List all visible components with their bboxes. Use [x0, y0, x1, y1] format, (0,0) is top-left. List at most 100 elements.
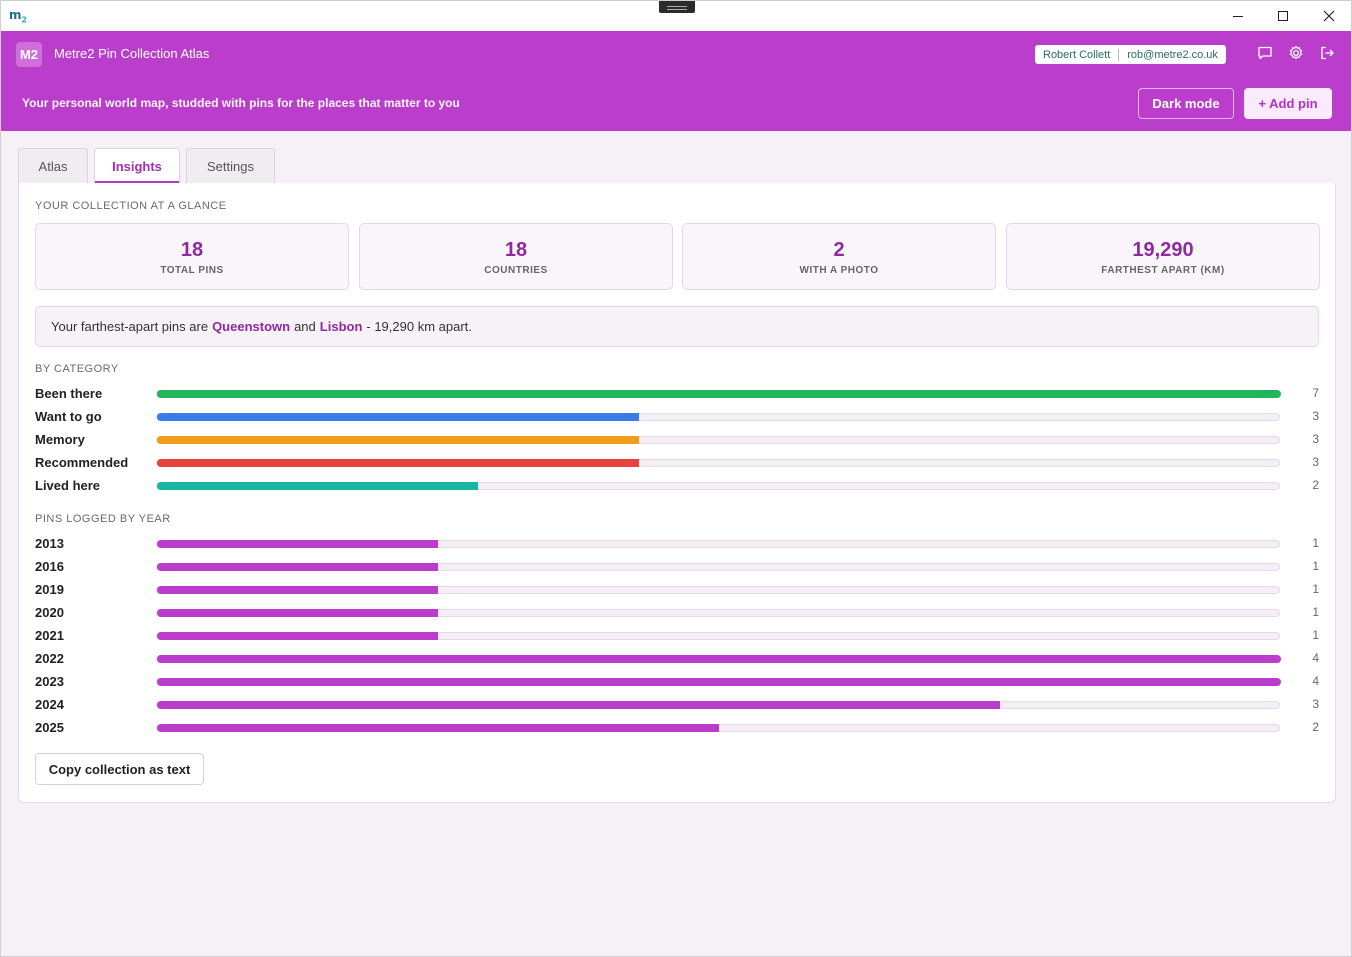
category-heading: BY CATEGORY	[35, 363, 119, 375]
year-bar-track	[156, 563, 1280, 571]
close-icon	[1323, 10, 1335, 22]
category-bar-count: 3	[1312, 409, 1319, 423]
insights-panel: YOUR COLLECTION AT A GLANCE 18 TOTAL PIN…	[18, 183, 1336, 803]
category-bar-label: Been there	[35, 386, 103, 401]
category-bar-count: 7	[1312, 386, 1319, 400]
logout-icon	[1321, 46, 1334, 60]
category-bar-label: Recommended	[35, 455, 129, 470]
stat-card-with-photo: 2 WITH A PHOTO	[682, 223, 996, 290]
glance-heading: YOUR COLLECTION AT A GLANCE	[35, 200, 227, 212]
feedback-button[interactable]	[1257, 45, 1275, 63]
farthest-joiner: and	[294, 319, 316, 334]
category-bar-fill	[157, 413, 639, 421]
tab-insights[interactable]: Insights	[94, 148, 180, 184]
close-button[interactable]	[1306, 1, 1352, 31]
stat-value: 2	[833, 239, 845, 261]
logout-button[interactable]	[1319, 45, 1337, 63]
year-bar-track	[156, 701, 1280, 709]
category-bar-track	[156, 436, 1280, 444]
logo-text: m	[9, 8, 22, 22]
stat-card-total-pins: 18 TOTAL PINS	[35, 223, 349, 290]
window-titlebar: m2	[1, 1, 1351, 31]
year-bar-fill	[157, 540, 438, 548]
gear-icon	[1289, 45, 1303, 60]
add-pin-button[interactable]: + Add pin	[1244, 88, 1332, 119]
category-bar-label: Memory	[35, 432, 85, 447]
category-bar-fill	[157, 482, 479, 490]
year-bar-count: 1	[1312, 605, 1319, 619]
app-logo-icon: m2	[9, 8, 27, 24]
farthest-place-b: Lisbon	[319, 319, 363, 334]
year-bar-count: 4	[1312, 674, 1319, 688]
category-bar-fill	[157, 390, 1281, 398]
app-header: M2 Metre2 Pin Collection Atlas Robert Co…	[1, 31, 1351, 131]
category-bar-track	[156, 390, 1281, 398]
category-bar-row: Lived here 2	[35, 478, 1319, 494]
year-bar-row: 2013 1	[35, 536, 1319, 552]
app-title: Metre2 Pin Collection Atlas	[54, 46, 210, 61]
category-bar-row: Recommended 3	[35, 455, 1319, 471]
year-bar-track	[156, 655, 1281, 663]
farthest-place-a: Queenstown	[212, 319, 291, 334]
farthest-suffix: - 19,290 km apart.	[366, 319, 472, 334]
year-bar-track	[156, 632, 1280, 640]
app-tagline: Your personal world map, studded with pi…	[22, 96, 460, 110]
year-bar-count: 1	[1312, 582, 1319, 596]
year-bar-track	[156, 540, 1280, 548]
tab-atlas[interactable]: Atlas	[18, 148, 88, 183]
year-bar-row: 2022 4	[35, 651, 1319, 667]
year-bar-fill	[157, 724, 719, 732]
logo-sub: 2	[21, 15, 28, 25]
year-bar-count: 1	[1312, 559, 1319, 573]
copy-collection-button[interactable]: Copy collection as text	[35, 753, 204, 785]
year-bar-label: 2021	[35, 628, 64, 643]
settings-button[interactable]	[1288, 45, 1306, 63]
stat-value: 18	[504, 239, 528, 261]
app-badge: M2	[16, 42, 42, 67]
year-bar-row: 2021 1	[35, 628, 1319, 644]
category-bar-row: Memory 3	[35, 432, 1319, 448]
stat-card-countries: 18 COUNTRIES	[359, 223, 673, 290]
category-bar-label: Lived here	[35, 478, 101, 493]
stat-value: 19,290	[1132, 239, 1194, 261]
year-bar-label: 2013	[35, 536, 64, 551]
user-chip-divider	[1118, 48, 1120, 61]
category-bar-track	[156, 482, 1280, 490]
year-bar-fill	[157, 609, 438, 617]
year-bar-label: 2016	[35, 559, 64, 574]
window-drag-handle[interactable]	[659, 1, 695, 13]
year-bar-row: 2020 1	[35, 605, 1319, 621]
year-bar-label: 2019	[35, 582, 64, 597]
stat-card-farthest: 19,290 FARTHEST APART (KM)	[1006, 223, 1320, 290]
year-bar-fill	[157, 655, 1281, 663]
year-bar-row: 2019 1	[35, 582, 1319, 598]
year-bar-count: 1	[1312, 536, 1319, 550]
year-bar-track	[156, 609, 1280, 617]
year-bar-track	[156, 586, 1280, 594]
category-bar-track	[156, 413, 1280, 421]
stat-label: FARTHEST APART (KM)	[1101, 265, 1225, 276]
year-bar-count: 2	[1312, 720, 1319, 734]
year-bar-fill	[157, 632, 438, 640]
stat-label: COUNTRIES	[484, 265, 548, 276]
dark-mode-button[interactable]: Dark mode	[1138, 88, 1234, 119]
stat-label: TOTAL PINS	[160, 265, 224, 276]
year-bar-fill	[157, 701, 1000, 709]
user-chip[interactable]: Robert Collett rob@metre2.co.uk	[1035, 45, 1226, 64]
tab-settings[interactable]: Settings	[186, 148, 275, 183]
year-bar-track	[156, 724, 1280, 732]
year-bar-fill	[157, 678, 1281, 686]
user-email: rob@metre2.co.uk	[1127, 48, 1218, 61]
chat-icon	[1258, 46, 1272, 60]
category-bar-count: 3	[1312, 455, 1319, 469]
category-bar-count: 3	[1312, 432, 1319, 446]
year-bar-label: 2024	[35, 697, 64, 712]
year-bar-count: 3	[1312, 697, 1319, 711]
maximize-button[interactable]	[1260, 1, 1306, 31]
user-name: Robert Collett	[1043, 48, 1111, 61]
category-bar-label: Want to go	[35, 409, 102, 424]
minimize-button[interactable]	[1215, 1, 1261, 31]
year-bar-row: 2016 1	[35, 559, 1319, 575]
category-bar-fill	[157, 436, 639, 444]
stat-value: 18	[180, 239, 204, 261]
